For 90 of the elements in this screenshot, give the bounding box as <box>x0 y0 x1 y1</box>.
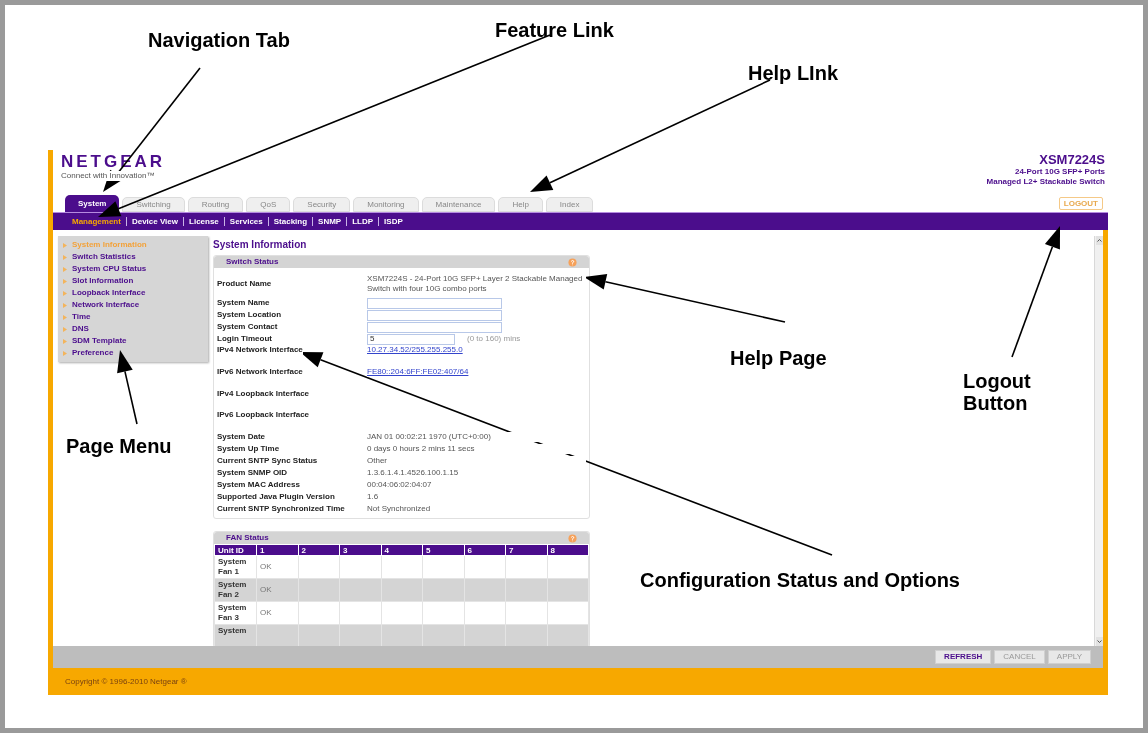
bullet-icon <box>63 302 67 308</box>
page-menu-item[interactable]: System CPU Status <box>72 263 147 275</box>
field-label: IPv6 Network Interface <box>217 367 303 377</box>
row-header: System Fan 3 <box>218 603 248 623</box>
column-header: 2 <box>298 544 340 556</box>
text-field[interactable] <box>367 321 502 333</box>
table-cell-text: OK <box>260 561 273 572</box>
text-field[interactable] <box>367 297 502 309</box>
row-header: System Fan 2 <box>218 580 248 600</box>
field-label: Current SNTP Sync Status <box>217 456 318 466</box>
callout-label: Page Menu <box>66 434 172 459</box>
feature-link[interactable]: Services <box>223 217 268 226</box>
field-label: System Up Time <box>217 444 280 454</box>
field-label: IPv6 Loopback Interface <box>217 410 310 420</box>
callout-label: Logout Button <box>963 370 1032 414</box>
feature-link[interactable]: Device View <box>125 217 183 226</box>
column-header: Unit ID <box>214 544 257 556</box>
page-menu-item[interactable]: SDM Template <box>72 335 127 347</box>
column-header: 3 <box>339 544 381 556</box>
row-header: System <box>218 626 248 636</box>
nav-tab[interactable]: System <box>65 195 120 212</box>
field-label: System Location <box>217 310 281 320</box>
bullet-icon <box>63 278 67 284</box>
text-field[interactable]: 5 <box>367 333 455 345</box>
interface-link[interactable]: FE80::204:6FF:FE02:407/64 <box>367 367 469 377</box>
column-header: 5 <box>422 544 464 556</box>
field-label: System Name <box>217 298 270 308</box>
feature-link[interactable]: Stacking <box>267 217 313 226</box>
scrollbar[interactable] <box>1094 236 1103 646</box>
page-menu-item[interactable]: Time <box>72 311 91 323</box>
field-hint: (0 to 160) mins <box>467 333 521 345</box>
page-menu-item[interactable]: Network Interface <box>72 299 140 311</box>
page-menu-item[interactable]: DNS <box>72 323 89 335</box>
feature-link[interactable]: ISDP <box>378 217 408 226</box>
field-label: Supported Java Plugin Version <box>217 492 335 502</box>
feature-link[interactable]: License <box>183 217 224 226</box>
table-cell-text: OK <box>260 607 273 618</box>
column-header: 6 <box>464 544 506 556</box>
callout-label: Navigation Tab <box>148 28 290 53</box>
feature-link[interactable]: SNMP <box>312 217 347 226</box>
column-header: 1 <box>256 544 298 556</box>
bullet-icon <box>63 314 67 320</box>
column-header: 4 <box>381 544 423 556</box>
column-header: 7 <box>505 544 547 556</box>
field-label: Login Timeout <box>217 334 272 344</box>
page-menu-item[interactable]: Preference <box>72 347 114 359</box>
page-menu-item[interactable]: Switch Statistics <box>72 251 136 263</box>
scroll-down-icon[interactable] <box>1095 637 1103 646</box>
callout-label: Help LInk <box>748 61 838 86</box>
model-name: XSM7224S <box>1039 153 1105 167</box>
text-field[interactable] <box>367 309 502 321</box>
scroll-up-icon[interactable] <box>1095 236 1103 245</box>
field-label: System Contact <box>217 322 278 332</box>
action-button[interactable]: REFRESH <box>935 650 992 664</box>
bullet-icon <box>63 242 67 248</box>
callout-label: Configuration Status and Options <box>640 568 960 593</box>
model-description: 24-Port 10G SFP+ Ports <box>1014 167 1105 177</box>
bullet-icon <box>63 338 67 344</box>
help-icon[interactable] <box>568 533 577 543</box>
field-label: IPv4 Loopback Interface <box>217 389 310 399</box>
copyright-text: Copyright © 1996-2010 Netgear ® <box>65 675 187 688</box>
interface-link[interactable]: 10.27.34.52/255.255.255.0 <box>367 345 463 355</box>
model-description: Managed L2+ Stackable Switch <box>986 177 1105 187</box>
column-header: 8 <box>547 544 589 556</box>
logo-tagline: Connect with Innovation™ <box>61 171 155 181</box>
panel-title: Switch Status <box>226 256 279 268</box>
page-menu-item[interactable]: Loopback Interface <box>72 287 146 299</box>
bullet-icon <box>63 350 67 356</box>
field-label: System Date <box>217 432 266 442</box>
bullet-icon <box>63 254 67 260</box>
bullet-icon <box>63 290 67 296</box>
feature-link[interactable]: LLDP <box>346 217 379 226</box>
field-value: XSM7224S - 24-Port 10G SFP+ Layer 2 Stackable Managed Switch with four 10G combo ports <box>367 274 586 294</box>
field-label: System MAC Address <box>217 480 300 490</box>
page-title: System Information <box>213 239 308 251</box>
bullet-icon <box>63 326 67 332</box>
feature-link[interactable]: Management <box>67 217 126 226</box>
bullet-icon <box>63 266 67 272</box>
page-menu-item[interactable]: Slot Information <box>72 275 134 287</box>
table-cell-text: OK <box>260 584 273 595</box>
field-label: IPv4 Network Interface <box>217 345 303 355</box>
callout-label: Feature Link <box>495 18 614 43</box>
row-header: System Fan 1 <box>218 557 248 577</box>
help-icon[interactable] <box>568 257 577 267</box>
field-label: Current SNTP Synchronized Time <box>217 504 345 514</box>
field-value: Other <box>367 456 586 466</box>
callout-label: Help Page <box>730 346 827 371</box>
field-label: System SNMP OID <box>217 468 288 478</box>
panel-title: FAN Status <box>226 532 269 544</box>
field-label: Product Name <box>217 279 272 289</box>
